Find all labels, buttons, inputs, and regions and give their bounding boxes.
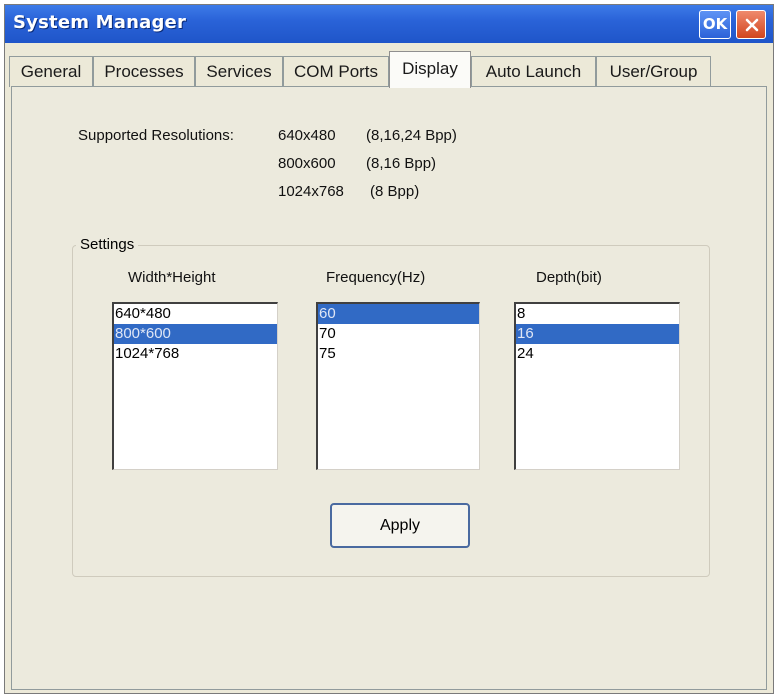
tab-auto-launch[interactable]: Auto Launch	[471, 56, 596, 87]
list-item[interactable]: 70	[318, 324, 479, 344]
ok-button[interactable]: OK	[699, 10, 731, 39]
close-button[interactable]	[736, 10, 766, 39]
resolution-value: 1024x768	[278, 183, 344, 200]
supported-resolutions-label: Supported Resolutions:	[78, 127, 234, 144]
list-item-selected[interactable]: 800*600	[114, 324, 277, 344]
resolution-value: 800x600	[278, 155, 336, 172]
close-icon	[745, 18, 759, 32]
list-item[interactable]: 1024*768	[114, 344, 277, 364]
title-bar[interactable]: System Manager OK	[5, 5, 773, 43]
tab-display[interactable]: Display	[389, 51, 471, 88]
frequency-header: Frequency(Hz)	[326, 269, 426, 286]
tab-user-group[interactable]: User/Group	[596, 56, 711, 87]
list-item[interactable]: 640*480	[114, 304, 277, 324]
tab-strip: General Processes Services COM Ports Dis…	[5, 51, 773, 88]
list-item-selected[interactable]: 60	[318, 304, 479, 324]
window-title: System Manager	[13, 12, 187, 33]
tab-services[interactable]: Services	[195, 56, 283, 87]
tab-processes[interactable]: Processes	[93, 56, 195, 87]
width-height-header: Width*Height	[128, 269, 216, 286]
bpp-value: (8,16,24 Bpp)	[366, 127, 457, 144]
tab-com-ports[interactable]: COM Ports	[283, 56, 389, 87]
frequency-listbox[interactable]: 60 70 75	[316, 302, 480, 470]
system-manager-window: System Manager OK General Processes Serv…	[4, 4, 774, 694]
bpp-value: (8,16 Bpp)	[366, 155, 437, 172]
settings-legend: Settings	[76, 236, 139, 253]
depth-header: Depth(bit)	[536, 269, 602, 286]
display-panel: Supported Resolutions: 640x480 (8,16,24 …	[11, 86, 767, 690]
resolution-value: 640x480	[278, 127, 336, 144]
width-height-listbox[interactable]: 640*480 800*600 1024*768	[112, 302, 278, 470]
bpp-value: (8 Bpp)	[370, 183, 420, 200]
tab-general[interactable]: General	[9, 56, 93, 87]
list-item[interactable]: 24	[516, 344, 679, 364]
apply-button[interactable]: Apply	[330, 503, 470, 548]
list-item[interactable]: 75	[318, 344, 479, 364]
list-item[interactable]: 8	[516, 304, 679, 324]
depth-listbox[interactable]: 8 16 24	[514, 302, 680, 470]
list-item-selected[interactable]: 16	[516, 324, 679, 344]
